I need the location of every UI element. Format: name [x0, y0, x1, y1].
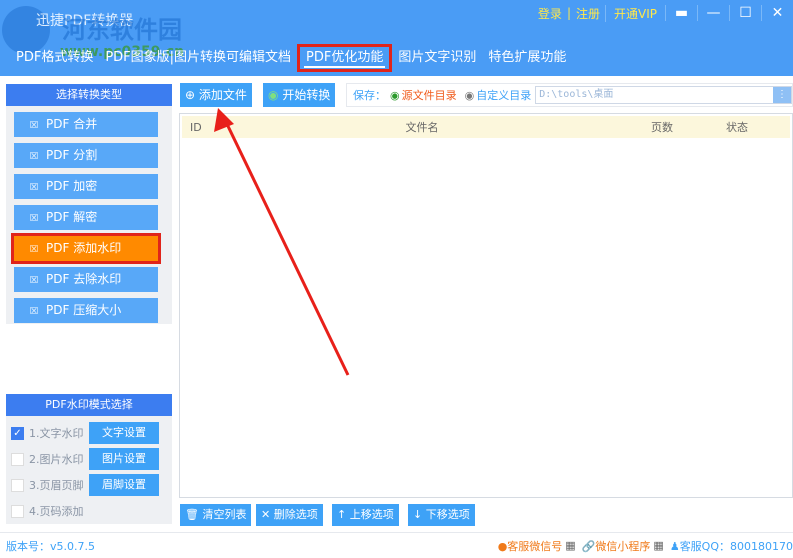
pdf-add-watermark-button[interactable]: ⮽ PDF 添加水印	[11, 233, 161, 264]
wechat-icon: ●	[497, 539, 508, 553]
add-file-button[interactable]: ⊕ 添加文件	[180, 83, 252, 107]
trash-icon: 🗑	[185, 508, 199, 521]
pdf-icon: ⮽	[30, 151, 38, 162]
custom-dir-label: 自定义目录	[476, 89, 532, 102]
version-label: 版本号：v5.0.7.5	[6, 539, 95, 553]
mini-program-link[interactable]: 🔗微信小程序	[582, 538, 651, 554]
path-value: D:\tools\桌面	[539, 89, 614, 100]
label: PDF 去除水印	[46, 272, 122, 286]
watermark: 河东软件园	[62, 16, 182, 44]
delete-item-button[interactable]: ✕ 删除选项	[256, 504, 323, 526]
text-settings-button[interactable]: 文字设置	[89, 422, 159, 444]
label: 清空列表	[202, 508, 247, 521]
status-bar: 版本号：v5.0.7.5 ●客服微信号 ▦ 🔗微信小程序 ▦ ♟客服QQ：800…	[0, 532, 793, 558]
label: 2.图片水印	[29, 453, 84, 466]
label: 下移选项	[425, 508, 470, 521]
image-watermark-checkbox[interactable]	[11, 452, 24, 466]
file-table: ID 文件名 页数 状态	[179, 113, 793, 498]
pdf-icon: ⮽	[30, 213, 38, 224]
source-dir-label: 源文件目录	[401, 89, 457, 102]
text-watermark-checkbox[interactable]: ✓	[11, 426, 24, 440]
label: PDF 压缩大小	[46, 303, 122, 317]
save-label: 保存：	[353, 89, 386, 102]
pdf-split-button[interactable]: ⮽ PDF 分割	[14, 143, 158, 168]
pdf-icon: ⮽	[30, 244, 38, 255]
pdf-compress-button[interactable]: ⮽ PDF 压缩大小	[14, 298, 158, 323]
tab-image-convert[interactable]: PDF图象版|图片转换可编辑文档	[99, 44, 297, 72]
path-input[interactable]: D:\tools\桌面 ⋮	[535, 86, 792, 104]
login-link[interactable]: 登录	[533, 5, 567, 22]
label: PDF 添加水印	[46, 241, 122, 255]
more-icon[interactable]: ⋮	[773, 87, 791, 103]
maximize-icon[interactable]: ☐	[729, 5, 761, 21]
start-convert-button[interactable]: ◉ 开始转换	[263, 83, 336, 107]
label: 客服微信号	[507, 539, 563, 553]
label: 3.页眉页脚	[29, 479, 84, 492]
vip-link[interactable]: 开通VIP	[605, 4, 665, 22]
label: 开始转换	[282, 88, 331, 102]
link-icon: 🔗	[581, 539, 596, 553]
radio-custom-dir[interactable]: ◉	[465, 89, 475, 102]
convert-type-panel: 选择转换类型 ⮽ PDF 合并 ⮽ PDF 分割 ⮽ PDF 加密 ⮽ PDF 解密 ⮽…	[6, 84, 172, 324]
label: 1.文字水印	[29, 427, 84, 440]
arrow-up-icon: ↑	[337, 508, 347, 521]
tab-extensions[interactable]: 特色扩展功能	[482, 44, 572, 72]
pdf-remove-watermark-button[interactable]: ⮽ PDF 去除水印	[14, 267, 158, 292]
header-footer-settings-button[interactable]: 眉脚设置	[89, 474, 159, 496]
clear-list-button[interactable]: 🗑 清空列表	[180, 504, 252, 526]
col-pages: 页数	[651, 121, 673, 134]
watermark-mode-panel: PDF水印模式选择 ✓ 1.文字水印 文字设置 2.图片水印 图片设置 3.页眉页脚眉…	[6, 394, 172, 524]
pdf-icon: ⮽	[30, 120, 38, 131]
qr-icon[interactable]: ▦	[653, 539, 663, 552]
move-down-button[interactable]: ↓ 下移选项	[408, 504, 475, 526]
col-filename: 文件名	[405, 121, 439, 134]
header-footer-checkbox[interactable]	[11, 478, 24, 492]
qq-icon: ♟	[669, 539, 680, 553]
wechat-link[interactable]: ●客服微信号	[498, 538, 563, 554]
pdf-merge-button[interactable]: ⮽ PDF 合并	[14, 112, 158, 137]
image-settings-button[interactable]: 图片设置	[89, 448, 159, 470]
label: 上移选项	[349, 508, 394, 521]
label: 微信小程序	[595, 539, 651, 553]
label: 客服QQ：800180170	[679, 539, 793, 553]
label: PDF 合并	[46, 117, 98, 131]
label: 添加文件	[198, 88, 247, 102]
minimize-icon[interactable]: —	[697, 5, 729, 21]
x-icon: ✕	[261, 508, 271, 521]
label: 4.页码添加	[29, 505, 84, 518]
plus-circle-icon: ⊕	[185, 88, 196, 102]
panel-header: PDF水印模式选择	[6, 394, 172, 416]
pdf-icon: ⮽	[30, 182, 38, 193]
col-status: 状态	[726, 121, 748, 134]
panel-header: 选择转换类型	[6, 84, 172, 106]
label: PDF 加密	[46, 179, 98, 193]
menu-icon[interactable]: ▬	[665, 5, 697, 21]
start-icon: ◉	[268, 88, 279, 102]
tab-pdf-optimize[interactable]: PDF优化功能	[297, 44, 393, 72]
close-icon[interactable]: ✕	[761, 5, 793, 21]
tab-ocr[interactable]: 图片文字识别	[392, 44, 482, 72]
radio-source-dir[interactable]: ◉	[390, 89, 400, 102]
title-bar: 迅捷PDF转换器 河东软件园 www.pc0359.cn 登录 | 注册 开通V…	[0, 0, 793, 76]
page-number-checkbox[interactable]	[11, 504, 24, 518]
arrow-down-icon: ↓	[413, 508, 423, 521]
save-options: 保存： ◉ 源文件目录 ◉ 自定义目录 D:\tools\桌面 ⋮	[346, 83, 793, 107]
label: PDF 解密	[46, 210, 98, 224]
pdf-icon: ⮽	[30, 306, 38, 317]
label: PDF 分割	[46, 148, 98, 162]
col-id: ID	[190, 120, 202, 134]
register-link[interactable]: 注册	[571, 5, 605, 22]
move-up-button[interactable]: ↑ 上移选项	[332, 504, 399, 526]
label: 删除选项	[273, 508, 318, 521]
pdf-icon: ⮽	[30, 275, 38, 286]
pdf-decrypt-button[interactable]: ⮽ PDF 解密	[14, 205, 158, 230]
pdf-encrypt-button[interactable]: ⮽ PDF 加密	[14, 174, 158, 199]
qq-link[interactable]: ♟客服QQ：800180170	[670, 538, 793, 554]
tab-format-convert[interactable]: PDF格式转换	[10, 44, 99, 72]
qr-icon[interactable]: ▦	[565, 539, 575, 552]
